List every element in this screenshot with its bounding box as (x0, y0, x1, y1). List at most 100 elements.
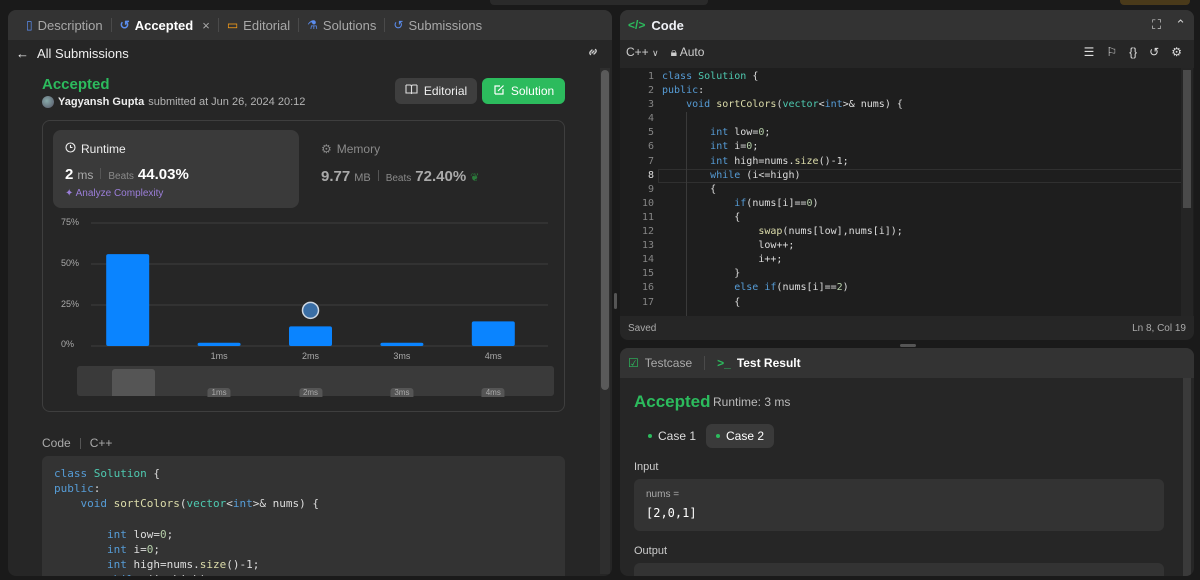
tab-test-result[interactable]: >_ Test Result (717, 356, 800, 370)
vertical-resize-handle[interactable] (612, 10, 620, 576)
code-editor[interactable]: 1 2 3 4 5 6 7 8 9 10 11 12 13 14 15 16 17 class Solution… (620, 68, 1194, 316)
chart-range-selector[interactable]: 1ms 2ms 3ms 4ms (77, 366, 554, 397)
bar-3ms[interactable] (380, 342, 424, 346)
solution-button[interactable]: Solution (482, 78, 565, 104)
code-panel-title: Code (651, 17, 684, 33)
tab-description-label: Description (37, 17, 103, 33)
bar-2ms[interactable] (289, 326, 332, 346)
line-number: 1 (647, 71, 654, 82)
settings-icon[interactable]: ⚙ (1171, 45, 1182, 59)
analyze-complexity-label: Analyze Complexity (75, 188, 164, 199)
submitter-name[interactable]: Yagyansh Gupta (58, 96, 144, 108)
flask-icon: ⚗ (307, 18, 318, 32)
memory-value-row: 9.77 MB Beats 72.40% ❦ (321, 168, 479, 185)
back-to-submissions[interactable]: ← All Submissions (16, 46, 129, 61)
leaf-icon: ❦ (470, 172, 480, 184)
avatar[interactable] (42, 96, 54, 108)
memory-card[interactable]: ⚙ Memory 9.77 MB Beats 72.40% ❦ (321, 142, 479, 185)
test-panel-tabs: ☑ Testcase >_ Test Result (620, 348, 1194, 378)
your-submission-avatar[interactable] (301, 301, 320, 320)
drag-grip[interactable] (900, 344, 916, 347)
submitted-code-block[interactable]: class Solution { public: void sortColors… (42, 456, 565, 576)
case-1-tab[interactable]: Case 1 (638, 424, 706, 448)
auto-mode-label: Auto (679, 44, 705, 59)
code-language: C++ (89, 436, 113, 450)
beats-label: Beats (385, 173, 412, 184)
tab-accepted[interactable]: ↺ Accepted × (112, 10, 218, 40)
format-icon[interactable]: ☰ (1084, 45, 1095, 59)
chevron-down-icon: ∨ (652, 48, 659, 58)
tab-submissions[interactable]: ↺ Submissions (385, 10, 490, 40)
terminal-icon: >_ (717, 356, 731, 370)
line-number: 10 (641, 197, 654, 209)
top-toolbar-fragment (490, 0, 708, 5)
runtime-card[interactable]: Runtime 2 ms Beats 44.03% ✦ Analyze Comp… (53, 130, 299, 208)
link-icon[interactable] (586, 45, 604, 62)
runtime-value: 2 (65, 166, 74, 183)
braces-icon[interactable]: {} (1129, 45, 1137, 59)
close-tab-icon[interactable]: × (202, 18, 210, 33)
line-number: 17 (641, 296, 654, 308)
test-panel-scrollbar[interactable] (1182, 378, 1192, 576)
checkbox-icon: ☑ (628, 356, 639, 370)
tab-accepted-label: Accepted (134, 17, 194, 33)
input-label: Input (634, 461, 659, 473)
book-icon: ▭ (226, 18, 239, 32)
code-section-header: Code C++ (42, 436, 112, 450)
maximize-icon[interactable]: ⛶ (1152, 17, 1161, 33)
left-scrollbar[interactable] (600, 68, 610, 574)
bar-4ms[interactable] (471, 321, 515, 346)
case-2-tab[interactable]: Case 2 (706, 424, 775, 448)
auto-mode[interactable]: 🔒︎ Auto (671, 45, 705, 60)
code-panel-header: </> Code ⛶ ⌃ (620, 10, 1194, 40)
scroll-thumb[interactable] (1183, 378, 1191, 576)
code-editor-panel: </> Code ⛶ ⌃ C++ ∨ 🔒︎ Auto ☰ ⚐ {} ↺ ⚙ 1 2… (620, 10, 1194, 340)
line-number: 2 (647, 85, 654, 97)
editor-code-lines[interactable]: class Solution { public: void sortColors… (662, 70, 903, 310)
cursor-position: Ln 8, Col 19 (1132, 322, 1186, 334)
runtime-heading: Runtime (65, 142, 126, 156)
runtime-beats: 44.03% (137, 166, 189, 183)
tab-description[interactable]: ▯ Description (18, 10, 111, 40)
all-submissions-link[interactable]: All Submissions (37, 46, 129, 61)
chevron-up-icon[interactable]: ⌃ (1175, 17, 1186, 33)
code-label: Code (42, 436, 71, 450)
scroll-thumb[interactable] (1183, 70, 1191, 208)
line-number: 4 (647, 113, 654, 125)
document-icon: ▯ (26, 18, 33, 32)
book-icon (405, 84, 418, 98)
runtime-unit: ms (77, 168, 94, 182)
editorial-button-label: Editorial (423, 84, 468, 98)
top-strip (0, 0, 1200, 8)
line-number: 3 (647, 99, 654, 111)
tab-testcase[interactable]: ☑ Testcase (628, 356, 692, 370)
top-premium-fragment (1120, 0, 1190, 5)
case-1-label: Case 1 (658, 429, 697, 443)
x-tick: 4ms (484, 351, 502, 361)
language-selector[interactable]: C++ ∨ (626, 45, 659, 59)
editorial-button[interactable]: Editorial (395, 78, 477, 104)
x-tick: 2ms (301, 351, 320, 361)
input-variable-value: [2,0,1] (646, 506, 697, 520)
scroll-thumb[interactable] (601, 70, 609, 390)
separator (100, 168, 102, 179)
x-tick: 1ms (210, 351, 228, 361)
analyze-complexity-link[interactable]: ✦ Analyze Complexity (65, 188, 163, 199)
drag-grip[interactable] (614, 293, 617, 309)
bar-0ms[interactable] (106, 254, 150, 346)
code-icon: </> (628, 18, 646, 32)
editor-scrollbar[interactable] (1181, 68, 1193, 316)
horizontal-resize-handle[interactable] (620, 340, 1194, 348)
output-label: Output (634, 545, 668, 557)
bar-1ms[interactable] (197, 342, 241, 346)
reset-icon[interactable]: ↺ (1149, 45, 1159, 59)
tab-editorial[interactable]: ▭ Editorial (219, 10, 298, 40)
range-selection-handle[interactable] (112, 369, 155, 396)
bookmark-icon[interactable]: ⚐ (1106, 45, 1117, 59)
tab-solutions[interactable]: ⚗ Solutions (299, 10, 384, 40)
memory-title: Memory (336, 142, 381, 156)
tab-separator (704, 356, 706, 370)
line-number: 16 (641, 282, 654, 294)
runtime-value-row: 2 ms Beats 44.03% (65, 166, 189, 183)
pass-dot (648, 434, 652, 438)
